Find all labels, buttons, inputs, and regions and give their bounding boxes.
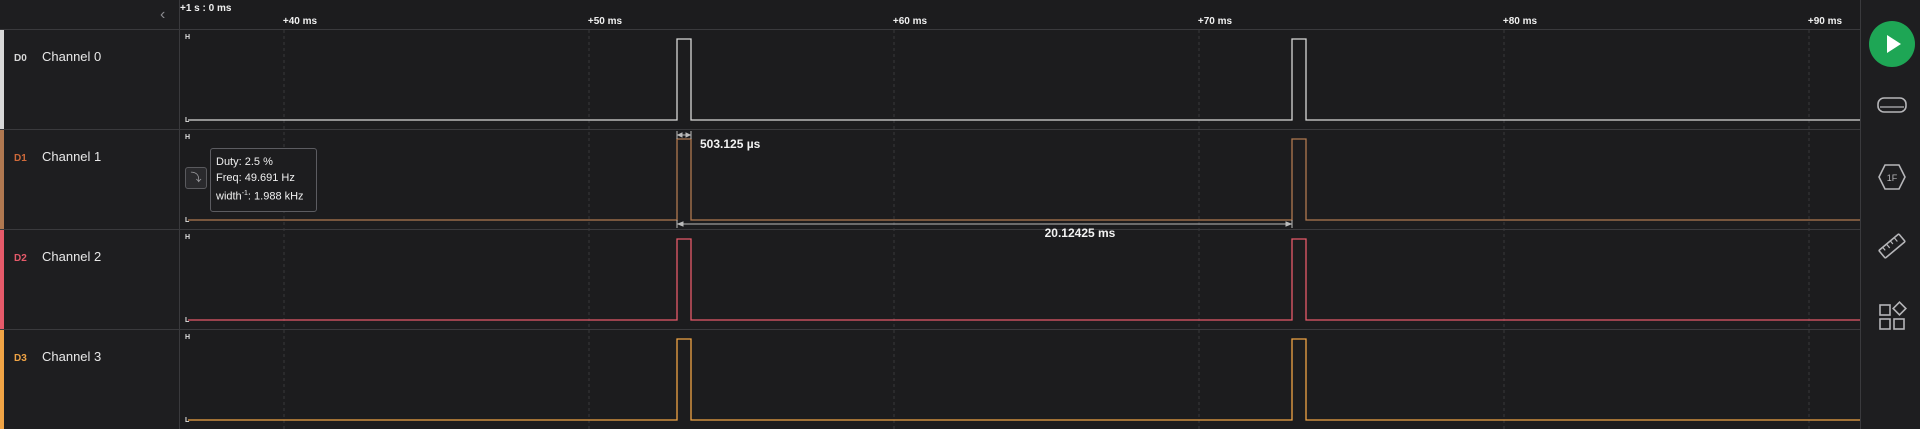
channel-row-d3[interactable]: D3 Channel 3	[0, 330, 180, 429]
analyzers-icon[interactable]	[1876, 89, 1908, 121]
high-level-label: H	[185, 34, 191, 41]
protocol-search-icon[interactable]: 1F	[1876, 161, 1908, 193]
channel-name[interactable]: Channel 3	[42, 349, 101, 364]
channel-color-bar	[0, 130, 4, 229]
low-level-label: L	[185, 217, 190, 224]
high-level-label: H	[185, 134, 191, 141]
channel-name[interactable]: Channel 0	[42, 49, 101, 64]
channel-tag: D0	[14, 53, 27, 64]
tick-label: +60 ms	[892, 16, 928, 27]
time-ruler[interactable]: +1 s : 0 ms +40 ms +50 ms +60 ms +70 ms …	[180, 0, 1860, 30]
channel-3-waveform	[188, 338, 1860, 421]
channel-tag: D3	[14, 353, 27, 364]
channel-tag: D2	[14, 253, 27, 264]
channel-row-d2[interactable]: D2 Channel 2	[0, 230, 180, 330]
svg-text:1F: 1F	[1887, 173, 1898, 183]
tick-label: +80 ms	[1502, 16, 1538, 27]
collapse-chevron-icon[interactable]: ‹	[160, 6, 165, 24]
tick-label: +40 ms	[282, 16, 318, 27]
pulse-width-marker	[676, 131, 692, 139]
tick-label: +70 ms	[1197, 16, 1233, 27]
tick-label: +90 ms	[1807, 16, 1843, 27]
high-level-label: H	[185, 334, 191, 341]
pulse-width-value: 503.125 µs	[700, 137, 761, 151]
channel-name[interactable]: Channel 2	[42, 249, 101, 264]
channel-color-bar	[0, 30, 4, 129]
measure-toggle-icon[interactable]: ⤵	[185, 167, 207, 189]
inverse-width-text: width-1: 1.988 kHz	[216, 190, 304, 203]
play-icon[interactable]	[1869, 21, 1915, 67]
channel-1-waveform	[188, 138, 1860, 221]
ruler-spacer: ‹	[0, 0, 179, 30]
extensions-icon[interactable]	[1876, 301, 1908, 333]
right-sidebar: 1F	[1860, 0, 1920, 429]
high-level-label: H	[185, 234, 191, 241]
channel-label-column: ‹ D0 Channel 0 D1 Channel 1 D2 Channel 2…	[0, 0, 180, 429]
low-level-label: L	[185, 117, 190, 124]
waveform-area[interactable]: H L H L H L H L 503.125 µs 20.12425 ms	[180, 30, 1860, 429]
channel-color-bar	[0, 330, 4, 429]
channel-tag: D1	[14, 153, 27, 164]
channel-0-waveform	[188, 38, 1860, 121]
channel-2-waveform	[188, 238, 1860, 321]
channel-color-bar	[0, 230, 4, 329]
time-origin-label: +1 s : 0 ms	[180, 3, 232, 14]
period-value: 20.12425 ms	[1044, 226, 1116, 240]
tick-label: +50 ms	[587, 16, 623, 27]
channel-row-d0[interactable]: D0 Channel 0	[0, 30, 180, 130]
channel-name[interactable]: Channel 1	[42, 149, 101, 164]
measurement-tooltip: Duty: 2.5 % Freq: 49.691 Hz width-1: 1.9…	[210, 148, 317, 212]
logic-analyzer-window: ‹ D0 Channel 0 D1 Channel 1 D2 Channel 2…	[0, 0, 1920, 429]
duty-cycle-text: Duty: 2.5 %	[216, 156, 273, 168]
frequency-text: Freq: 49.691 Hz	[216, 171, 295, 184]
ruler-icon[interactable]	[1876, 230, 1908, 262]
channel-row-d1[interactable]: D1 Channel 1	[0, 130, 180, 230]
low-level-label: L	[185, 417, 190, 424]
low-level-label: L	[185, 317, 190, 324]
